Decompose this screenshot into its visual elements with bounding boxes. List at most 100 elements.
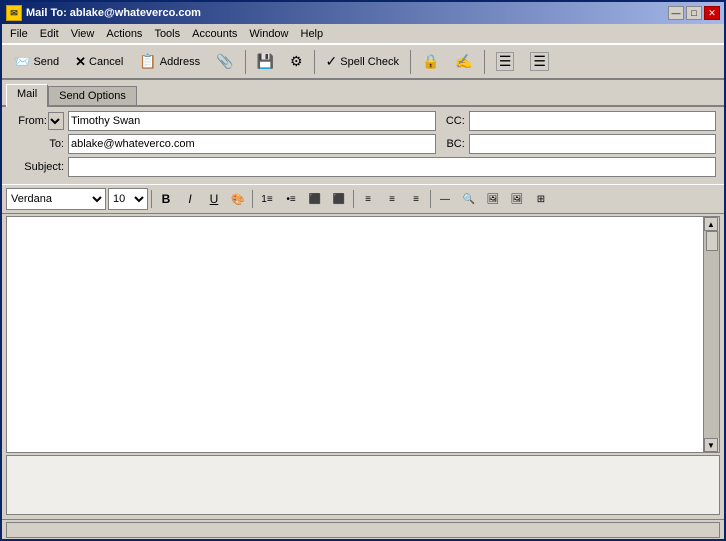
status-panel [6,522,720,538]
address-button[interactable]: 📋 Address [132,48,207,76]
fmt-sep-3 [353,190,354,208]
menu-view[interactable]: View [65,26,101,42]
spellcheck-label: Spell Check [340,56,399,68]
from-label: From: [18,115,47,127]
from-row: From: ▼ CC: [10,111,716,131]
subject-label: Subject: [10,161,64,173]
align-right-button[interactable]: ≡ [405,188,427,210]
address-icon: 📋 [139,53,156,70]
toolbar-sep-2 [314,50,315,74]
attach-icon: 📎 [216,53,233,70]
outdent-button[interactable]: ⬛ [328,188,350,210]
maximize-button[interactable]: □ [686,6,702,20]
cancel-icon: ✕ [75,54,86,70]
image-search-button[interactable]: 🔍 [458,188,480,210]
cancel-button[interactable]: ✕ Cancel [68,48,130,76]
title-bar-left: ✉ Mail To: ablake@whateverco.com [6,5,201,21]
save-button[interactable]: 💾 [250,48,281,76]
menu-window[interactable]: Window [243,26,294,42]
align-left-button[interactable]: ≡ [357,188,379,210]
toolbar-sep-1 [245,50,246,74]
minimize-button[interactable]: — [668,6,684,20]
cancel-label: Cancel [89,56,123,68]
send-icon: 📨 [13,53,30,70]
signature-area [6,455,720,515]
toolbar-sep-4 [484,50,485,74]
insert-table-button[interactable]: 🖼 [506,188,528,210]
menu-file[interactable]: File [4,26,34,42]
scroll-up-button[interactable]: ▲ [704,217,718,231]
tab-bar: Mail Send Options [2,80,724,107]
send-button[interactable]: 📨 Send [6,48,66,76]
format-toolbar: Verdana Arial Times New Roman Courier Ne… [2,184,724,214]
options-icon: ⚙ [290,53,303,70]
from-field[interactable] [68,111,436,131]
insert-image-button[interactable]: 🖼 [482,188,504,210]
to-field[interactable] [68,134,436,154]
cc-label: CC: [440,115,465,127]
vertical-scrollbar[interactable]: ▲ ▼ [703,217,719,452]
title-bar: ✉ Mail To: ablake@whateverco.com — □ ✕ [2,2,724,24]
italic-button[interactable]: I [179,188,201,210]
color-button[interactable]: 🎨 [227,188,249,210]
mail-icon: ✉ [6,5,22,21]
unordered-list-button[interactable]: •≡ [280,188,302,210]
menu-tools[interactable]: Tools [148,26,186,42]
align-center-button[interactable]: ≡ [381,188,403,210]
menu-help[interactable]: Help [295,26,330,42]
options-button[interactable]: ⚙ [283,48,310,76]
scroll-thumb[interactable] [706,231,718,251]
from-dropdown[interactable]: ▼ [48,112,64,130]
spellcheck-button[interactable]: ✓ Spell Check [319,48,406,76]
menu-bar: File Edit View Actions Tools Accounts Wi… [2,24,724,44]
sign-button[interactable]: ✍ [448,48,479,76]
compose-body: ▲ ▼ [6,216,720,453]
to-row: To: BC: [10,134,716,154]
text-icon: ☰ [530,52,549,71]
close-button[interactable]: ✕ [704,6,720,20]
send-label: Send [33,56,59,68]
html-view-button[interactable]: ☰ [489,48,522,76]
title-bar-buttons: — □ ✕ [668,6,720,20]
bc-field[interactable] [469,134,716,154]
menu-actions[interactable]: Actions [100,26,148,42]
scroll-track [704,231,719,438]
hrule-button[interactable]: — [434,188,456,210]
main-toolbar: 📨 Send ✕ Cancel 📋 Address 📎 💾 ⚙ ✓ Spell … [2,44,724,80]
indent-button[interactable]: ⬛ [304,188,326,210]
cc-field[interactable] [469,111,716,131]
insert-object-button[interactable]: ⊞ [530,188,552,210]
encrypt-button[interactable]: 🔒 [415,48,446,76]
attach-button[interactable]: 📎 [209,48,240,76]
scroll-down-button[interactable]: ▼ [704,438,718,452]
save-icon: 💾 [257,53,274,70]
compose-area: ▲ ▼ [2,214,724,519]
send-options-tab[interactable]: Send Options [48,86,137,105]
address-label: Address [160,56,200,68]
toolbar-sep-3 [410,50,411,74]
compose-textarea[interactable] [7,217,703,452]
subject-field[interactable] [68,157,716,177]
fmt-sep-1 [151,190,152,208]
spellcheck-icon: ✓ [326,53,338,70]
subject-row: Subject: [10,157,716,177]
fmt-sep-2 [252,190,253,208]
email-form: From: ▼ CC: To: BC: Subject: [2,107,724,184]
underline-button[interactable]: U [203,188,225,210]
lock-icon: 🔒 [422,53,439,70]
font-selector[interactable]: Verdana Arial Times New Roman Courier Ne… [6,188,106,210]
sign-icon: ✍ [455,53,472,70]
fmt-sep-4 [430,190,431,208]
email-compose-window: ✉ Mail To: ablake@whateverco.com — □ ✕ F… [0,0,726,541]
font-size-selector[interactable]: 8 9 10 11 12 14 [108,188,148,210]
menu-accounts[interactable]: Accounts [186,26,243,42]
bc-label: BC: [440,138,465,150]
mail-tab[interactable]: Mail [6,84,48,107]
ordered-list-button[interactable]: 1≡ [256,188,278,210]
bold-button[interactable]: B [155,188,177,210]
window-title: Mail To: ablake@whateverco.com [26,7,201,19]
html-icon: ☰ [496,52,515,71]
text-view-button[interactable]: ☰ [523,48,556,76]
status-bar [2,519,724,539]
menu-edit[interactable]: Edit [34,26,65,42]
